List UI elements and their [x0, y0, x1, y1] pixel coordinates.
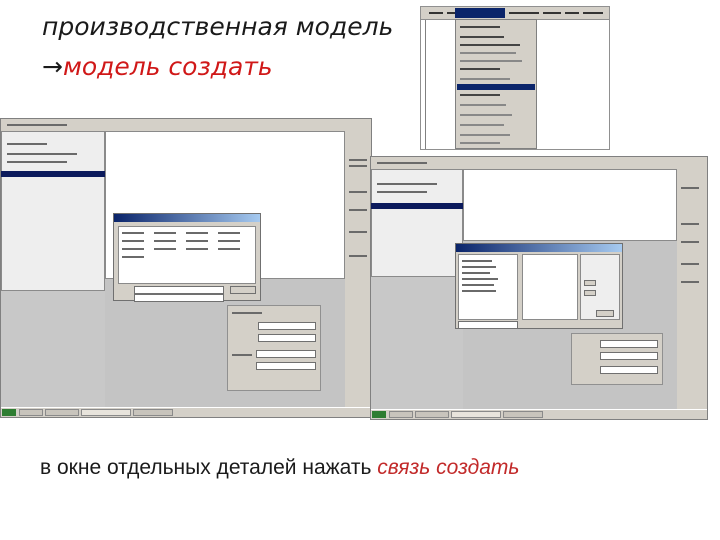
arrow-icon: → [42, 52, 63, 81]
caption-text: в окне отдельных деталей нажать [40, 456, 378, 479]
create-link-command: связь создать [377, 456, 520, 479]
slide-title-line2: →модель создать [42, 52, 273, 81]
slide-title-line1: производственная модель [42, 12, 394, 41]
separate-details-screenshot [370, 156, 708, 420]
menu-dropdown-screenshot [420, 6, 610, 150]
link-dialog [455, 243, 623, 329]
dropdown-menu [455, 19, 537, 149]
file-dialog [113, 213, 261, 302]
slide-caption: в окне отдельных деталей нажать связь со… [40, 456, 519, 480]
create-model-command: модель создать [62, 52, 273, 81]
production-model-screenshot [0, 118, 372, 418]
